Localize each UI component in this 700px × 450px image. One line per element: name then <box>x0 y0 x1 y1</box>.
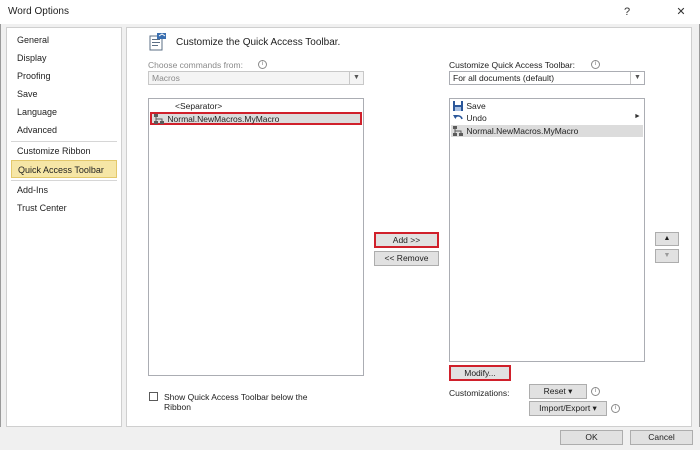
nav-item-proofing[interactable]: Proofing <box>11 67 117 85</box>
import-export-button[interactable]: Import/Export ▾ <box>529 401 607 416</box>
nav-item-quick-access-toolbar[interactable]: Quick Access Toolbar <box>11 160 117 178</box>
info-icon: i <box>611 404 620 413</box>
list-item-save[interactable]: Save <box>452 100 486 112</box>
list-item-macro[interactable]: Normal.NewMacros.MyMacro <box>452 125 578 137</box>
cancel-button[interactable]: Cancel <box>630 430 693 445</box>
close-button[interactable]: ✕ <box>670 2 692 22</box>
list-item-label: Save <box>466 101 486 111</box>
submenu-arrow-icon: ► <box>634 113 641 120</box>
toolbar-commands-list[interactable]: Save Undo ► Normal.NewMacros.MyMacro <box>449 98 645 362</box>
info-icon: i <box>258 60 267 69</box>
customize-qat-dropdown[interactable]: For all documents (default) ▼ <box>449 71 645 85</box>
nav-item-trust-center[interactable]: Trust Center <box>11 199 117 217</box>
macro-icon <box>452 125 464 137</box>
info-icon: i <box>591 60 600 69</box>
nav-item-save[interactable]: Save <box>11 85 117 103</box>
title-bar: Word Options ? ✕ <box>0 0 700 24</box>
nav-item-add-ins[interactable]: Add-Ins <box>11 181 117 199</box>
info-icon: i <box>591 387 600 396</box>
quick-access-toolbar-icon <box>148 32 168 52</box>
customizations-label: Customizations: <box>449 388 510 398</box>
options-nav: General Display Proofing Save Language A… <box>6 27 122 427</box>
list-item-undo[interactable]: Undo <box>452 112 487 124</box>
nav-item-advanced[interactable]: Advanced <box>11 121 117 139</box>
reset-button[interactable]: Reset ▾ <box>529 384 587 399</box>
page-heading: Customize the Quick Access Toolbar. <box>176 37 341 48</box>
move-down-button[interactable]: ▼ <box>655 249 679 263</box>
move-up-button[interactable]: ▲ <box>655 232 679 246</box>
add-button[interactable]: Add >> <box>374 232 439 248</box>
choose-commands-dropdown[interactable]: Macros ▼ <box>148 71 364 85</box>
nav-item-language[interactable]: Language <box>11 103 117 121</box>
help-button[interactable]: ? <box>616 2 638 22</box>
customize-qat-value: For all documents (default) <box>453 73 555 83</box>
list-item-label: Undo <box>466 113 487 123</box>
show-below-ribbon-checkbox[interactable] <box>149 392 158 401</box>
list-item-label: Normal.NewMacros.MyMacro <box>466 126 579 136</box>
save-icon <box>452 100 464 112</box>
customize-qat-label: Customize Quick Access Toolbar: <box>449 60 575 70</box>
nav-item-display[interactable]: Display <box>11 49 117 67</box>
chevron-down-icon: ▼ <box>630 72 644 84</box>
macro-icon <box>153 113 165 125</box>
list-item-macro[interactable]: Normal.NewMacros.MyMacro <box>153 113 279 125</box>
choose-commands-value: Macros <box>152 73 180 83</box>
undo-icon <box>452 112 464 124</box>
available-commands-list[interactable]: <Separator> Normal.NewMacros.MyMacro <box>148 98 364 376</box>
chevron-down-icon: ▼ <box>349 72 363 84</box>
remove-button[interactable]: << Remove <box>374 251 439 266</box>
list-item-separator[interactable]: <Separator> <box>175 100 222 112</box>
nav-item-general[interactable]: General <box>11 31 117 49</box>
ok-button[interactable]: OK <box>560 430 623 445</box>
dialog-title: Word Options <box>8 6 69 17</box>
nav-item-customize-ribbon[interactable]: Customize Ribbon <box>11 142 117 160</box>
list-item-label: Normal.NewMacros.MyMacro <box>167 114 280 124</box>
choose-commands-label: Choose commands from: <box>148 60 243 70</box>
show-below-ribbon-label-line2: Ribbon <box>164 402 191 412</box>
show-below-ribbon-label-line1: Show Quick Access Toolbar below the <box>164 392 308 402</box>
modify-button[interactable]: Modify... <box>449 365 511 381</box>
